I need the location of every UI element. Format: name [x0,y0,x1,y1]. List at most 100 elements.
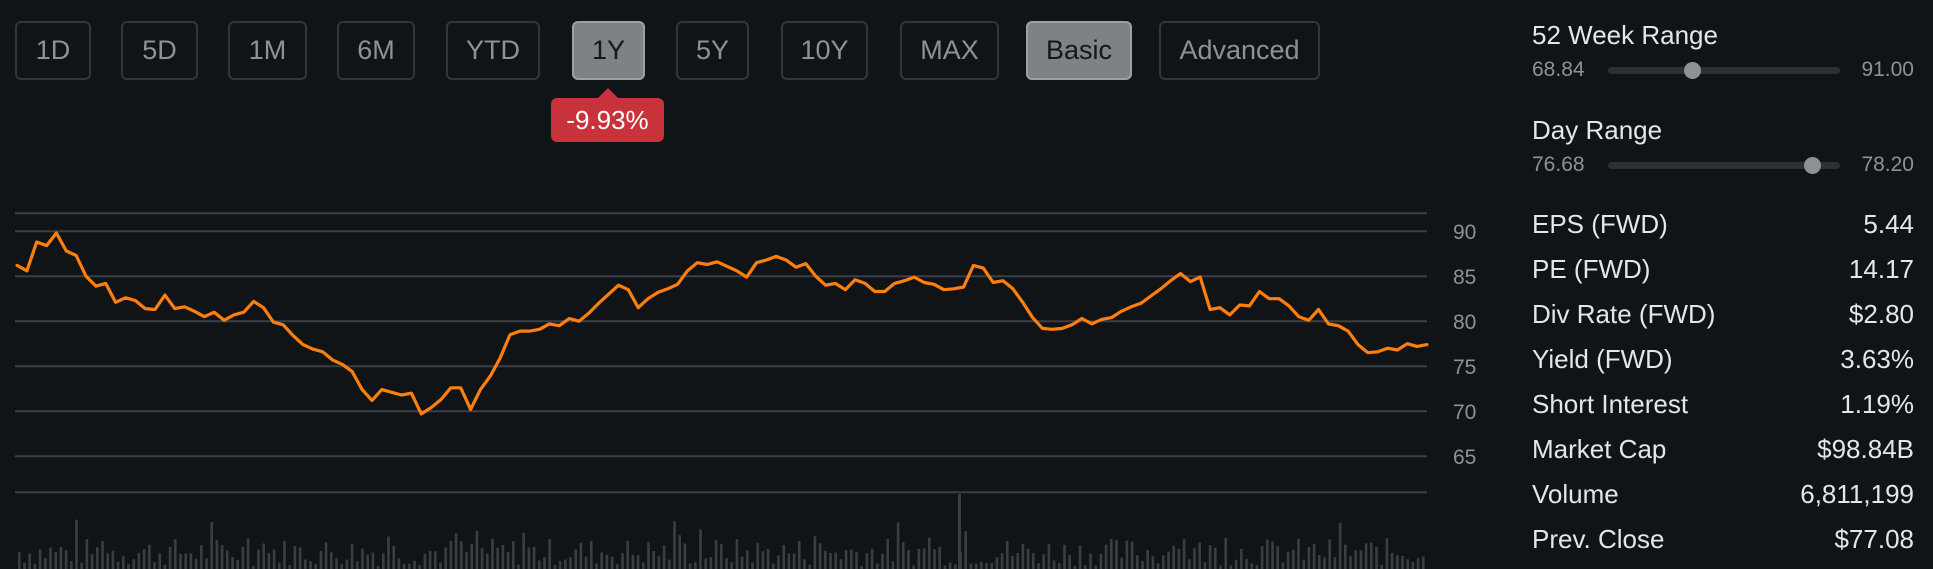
volume-bar [345,559,349,569]
volume-bar [954,564,957,569]
y-tick-label: 80 [1453,311,1476,334]
volume-bar [288,565,291,569]
volume-bar [1084,565,1087,569]
volume-bar [96,547,99,569]
volume-bar [1141,561,1144,569]
y-tick-label: 70 [1453,401,1476,424]
volume-bar [564,559,567,569]
stat-value: 6,811,199 [1800,479,1914,509]
range-button-5d[interactable]: 5D [121,21,198,80]
stat-label: Div Rate (FWD) [1532,299,1716,329]
y-tick-label: 85 [1453,266,1476,289]
volume-bar [699,529,702,569]
stat-value: $2.80 [1848,299,1914,329]
volume-bar [834,552,837,569]
volume-bar [543,557,546,569]
range-button-1y[interactable]: 1Y [572,21,645,80]
volume-bar [44,558,47,569]
volume-bar [153,562,156,569]
range-button-ytd[interactable]: YTD [446,21,540,80]
volume-bar [324,542,328,569]
volume-bar [1146,550,1149,569]
volume-bar [636,555,640,569]
volume-bar [917,548,921,569]
volume-bar [1219,565,1222,569]
volume-bar [1338,522,1342,569]
volume-bar [272,549,276,569]
chart-grid [15,212,1427,494]
volume-bar [569,557,572,569]
volume-bar [995,557,999,569]
volume-bar [1136,555,1139,569]
volume-bar [600,552,603,569]
stat-label: EPS (FWD) [1532,209,1668,239]
volume-bar [839,559,843,569]
volume-bar [1120,557,1123,569]
volume-bar [740,556,744,569]
volume-bar [1318,555,1321,569]
volume-bar [200,545,203,569]
stat-value: 5.44 [1863,209,1914,239]
week52-range-knob [1683,62,1701,79]
volume-bar [319,551,323,569]
volume-bar [933,549,936,569]
volume-bar [1021,544,1025,569]
volume-bar [148,544,151,569]
volume-bar [1188,559,1191,569]
stock-widget: 1D 5D 1M 6M YTD 1Y 5Y 10Y MAX Basic Adva… [0,0,1933,569]
volume-bar [1006,541,1009,569]
mode-button-advanced[interactable]: Advanced [1159,21,1320,80]
volume-bar [179,553,182,569]
volume-bar [647,542,650,569]
range-button-max[interactable]: MAX [900,21,999,80]
volume-bar [673,521,676,569]
volume-bar [465,552,468,569]
volume-bar [980,561,983,569]
volume-bar [1198,542,1201,569]
day-range-slider [1608,157,1840,174]
week52-range-title: 52 Week Range [1532,20,1718,50]
volume-bar [1203,562,1207,569]
volume-bar [865,553,869,569]
volume-bar [262,543,265,569]
volume-bar [174,539,177,569]
day-range-high: 78.20 [1861,153,1914,176]
stat-value: 3.63% [1840,344,1914,374]
volume-bar [106,553,109,569]
volume-bar [1323,557,1326,569]
range-button-5y[interactable]: 5Y [676,21,749,80]
range-button-10y[interactable]: 10Y [781,21,868,80]
volume-bar [943,565,947,569]
volume-bar [184,553,187,569]
day-range-low: 76.68 [1532,153,1585,176]
range-button-1d[interactable]: 1D [15,21,91,80]
volume-bar [1026,548,1030,569]
volume-bar [844,550,848,569]
volume-bar [584,556,588,569]
stat-div-rate-fwd: Div Rate (FWD) $2.80 [1532,299,1914,333]
volume-bar [881,553,884,569]
volume-bar [803,559,806,569]
volume-bar [366,554,369,569]
y-tick-label: 65 [1453,446,1476,469]
volume-bar [257,549,260,569]
mode-button-basic[interactable]: Basic [1026,21,1132,80]
range-button-6m[interactable]: 6M [337,21,415,80]
stat-prev-close: Prev. Close $77.08 [1532,524,1914,558]
volume-bar [886,539,889,569]
stat-value: 14.17 [1848,254,1914,284]
volume-bar [293,546,297,569]
volume-bar [616,564,619,569]
volume-bar [912,565,915,569]
volume-bar [1240,548,1243,569]
volume-bar [340,564,343,569]
volume-bar [777,555,780,569]
stat-eps-fwd: EPS (FWD) 5.44 [1532,209,1914,243]
volume-bar [808,564,811,569]
volume-bar [798,541,801,569]
volume-bar [402,563,406,569]
volume-bar [1058,563,1061,569]
volume-bar [90,554,94,569]
week52-low: 68.84 [1532,58,1585,81]
range-button-1m[interactable]: 1M [228,21,307,80]
